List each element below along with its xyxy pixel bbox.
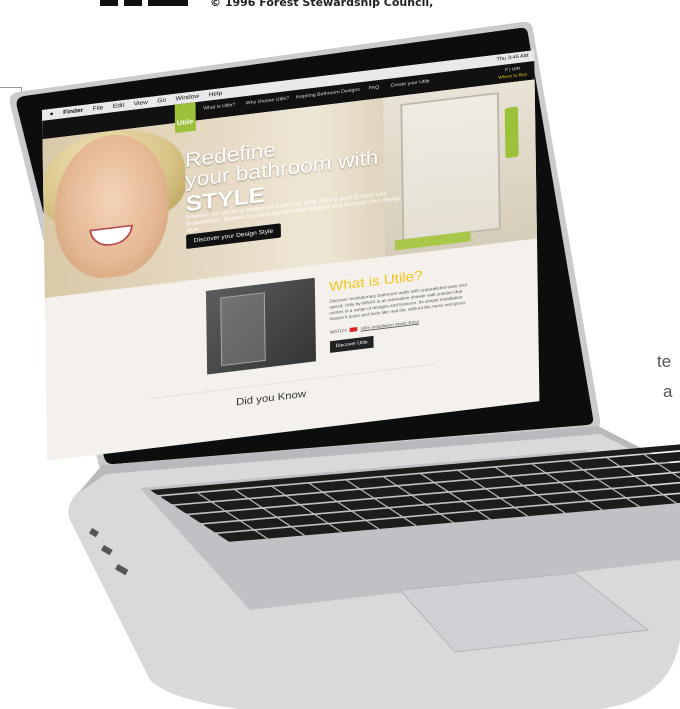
youtube-icon — [349, 327, 358, 333]
discover-utile-button[interactable]: Discover Utile — [329, 335, 374, 353]
nav-why-choose[interactable]: Why choose Utile? — [246, 96, 289, 106]
green-towel — [504, 106, 519, 159]
laptop-screen: ● Finder File Edit View Go Window Help T… — [42, 50, 540, 461]
nav-create-utile[interactable]: Create your Utile — [391, 79, 430, 89]
nav-inspiring-designs[interactable]: Inspiring Bathroom Designs — [296, 87, 360, 100]
watch-video-link[interactable]: WATCH Utile Installation Made Easy — [330, 319, 419, 335]
nav-what-is-utile[interactable]: What is Utile? — [203, 102, 235, 111]
watch-label: WATCH — [329, 328, 347, 336]
did-you-know-title: Did you Know — [235, 387, 307, 408]
apple-menu-icon[interactable]: ● — [50, 109, 54, 120]
watch-link-text[interactable]: Utile Installation Made Easy — [361, 319, 419, 331]
product-glass-panel — [220, 292, 266, 367]
utile-logo[interactable]: Utile — [174, 102, 196, 134]
shower-glass-door — [400, 92, 501, 242]
nav-faq[interactable]: FAQ — [369, 85, 380, 91]
where-to-buy[interactable]: F | U/N Where to Buy — [498, 64, 527, 81]
where-to-buy-label: Where to Buy — [498, 72, 527, 81]
